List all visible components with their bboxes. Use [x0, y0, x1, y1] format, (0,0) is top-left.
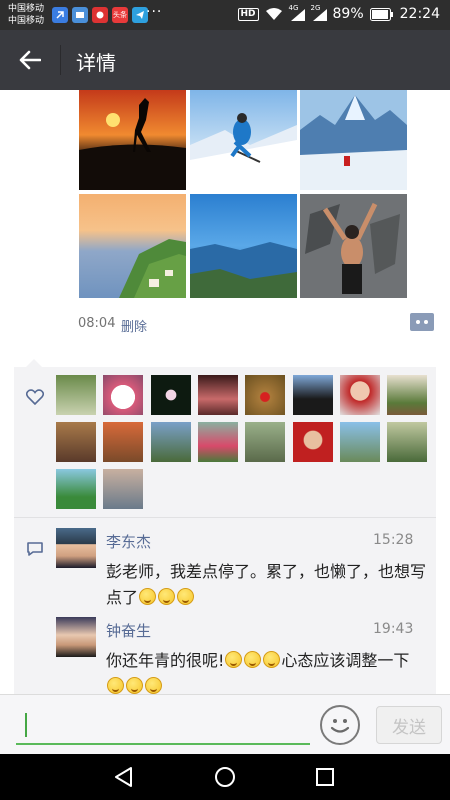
- send-button[interactable]: 发送: [376, 706, 442, 744]
- title-bar: 详情: [0, 30, 450, 90]
- like-avatar[interactable]: [56, 375, 96, 415]
- like-avatar[interactable]: [387, 422, 427, 462]
- comment-input-bar: 发送: [0, 694, 450, 754]
- notification-icons: 头条: [52, 7, 148, 23]
- photo-rock-climber[interactable]: [300, 194, 407, 298]
- like-avatar[interactable]: [340, 422, 380, 462]
- like-avatar[interactable]: [293, 422, 333, 462]
- news-notification-icon: 头条: [112, 7, 128, 23]
- comment-time: 15:28: [373, 532, 414, 548]
- status-right: HD 4G 2G 89% 22:24: [237, 4, 440, 22]
- emoji-icon: [107, 677, 124, 694]
- comment-author[interactable]: 李东杰: [106, 531, 151, 552]
- moment-detail[interactable]: 08:04 删除 李东杰 15:28 彭老师，我差点停了。累了，也懒了，也想写点…: [0, 90, 450, 694]
- emoji-icon: [177, 588, 195, 605]
- carrier-labels: 中国移动 中国移动: [8, 3, 44, 27]
- app-notification-icon: [52, 7, 68, 23]
- more-notifications-indicator: ···: [146, 4, 163, 20]
- comment-text: 彭老师，我差点停了。累了，也懒了，也想写点了: [106, 562, 427, 607]
- circle-home-icon[interactable]: [213, 765, 237, 789]
- system-nav-bar: [0, 754, 450, 800]
- like-avatar[interactable]: [340, 375, 380, 415]
- emoji-icon: [244, 651, 262, 668]
- emoji-icon: [139, 588, 157, 605]
- triangle-back-icon[interactable]: [112, 765, 136, 789]
- app-notification-icon: [72, 7, 88, 23]
- like-avatar[interactable]: [151, 422, 191, 462]
- like-avatar[interactable]: [387, 375, 427, 415]
- wifi-icon: [265, 8, 282, 20]
- carrier-2: 中国移动: [8, 16, 45, 26]
- comment-bubble-icon: [27, 542, 43, 556]
- delete-link[interactable]: 删除: [121, 316, 147, 335]
- signal-4g: 4G: [289, 4, 305, 21]
- photo-lake-vineyard-sunset[interactable]: [79, 194, 186, 298]
- arrow-left-icon: [19, 50, 41, 70]
- status-bar: 中国移动 中国移动 头条 ··· HD 4G 2G 89% 22:24: [0, 0, 450, 30]
- heart-outline-icon: [26, 389, 44, 405]
- square-recent-icon[interactable]: [313, 765, 337, 789]
- like-avatar[interactable]: [56, 469, 96, 509]
- back-button[interactable]: [12, 44, 48, 76]
- photo-skier[interactable]: [190, 90, 297, 190]
- comment-author[interactable]: 钟奋生: [106, 620, 151, 641]
- like-avatar[interactable]: [103, 375, 143, 415]
- comment-avatar[interactable]: [56, 528, 96, 568]
- comment-avatar[interactable]: [56, 617, 96, 657]
- game-notification-icon: [92, 7, 108, 23]
- carrier-1: 中国移动: [8, 4, 45, 14]
- emoji-icon: [145, 677, 162, 694]
- comment-input[interactable]: [16, 705, 310, 745]
- like-avatar[interactable]: [245, 422, 285, 462]
- photo-ice-climber[interactable]: [300, 90, 407, 190]
- like-avatar[interactable]: [56, 422, 96, 462]
- more-dots-icon[interactable]: [410, 313, 434, 331]
- post-time: 08:04: [78, 316, 116, 331]
- text-caret: [25, 713, 27, 737]
- title-divider: [60, 45, 61, 75]
- interaction-arrow: [26, 359, 42, 367]
- battery-icon: [369, 7, 393, 21]
- photo-crane-sunset[interactable]: [79, 90, 186, 190]
- comment-text: 你还年青的很呢! 心态应该调整一下: [106, 648, 426, 694]
- comment-time: 19:43: [373, 621, 414, 637]
- like-avatar[interactable]: [198, 375, 238, 415]
- photo-lake-alps[interactable]: [190, 194, 297, 298]
- emoji-icon: [263, 651, 281, 668]
- news-badge-label: 头条: [113, 11, 127, 19]
- interaction-panel: 李东杰 15:28 彭老师，我差点停了。累了，也懒了，也想写点了 钟奋生 19:…: [14, 367, 436, 694]
- page-title: 详情: [76, 51, 116, 75]
- like-avatar[interactable]: [103, 469, 143, 509]
- like-avatar[interactable]: [293, 375, 333, 415]
- clock: 22:24: [399, 6, 440, 22]
- signal-2g: 2G: [311, 4, 327, 21]
- like-avatar[interactable]: [245, 375, 285, 415]
- like-avatar[interactable]: [198, 422, 238, 462]
- emoji-icon: [126, 677, 143, 694]
- emoji-face-icon[interactable]: [320, 705, 360, 745]
- emoji-icon: [158, 588, 176, 605]
- likes-comments-divider: [14, 517, 436, 518]
- like-avatar[interactable]: [151, 375, 191, 415]
- battery-percent: 89%: [332, 6, 364, 22]
- like-avatar[interactable]: [103, 422, 143, 462]
- emoji-icon: [225, 651, 243, 668]
- hd-badge: HD: [237, 7, 259, 21]
